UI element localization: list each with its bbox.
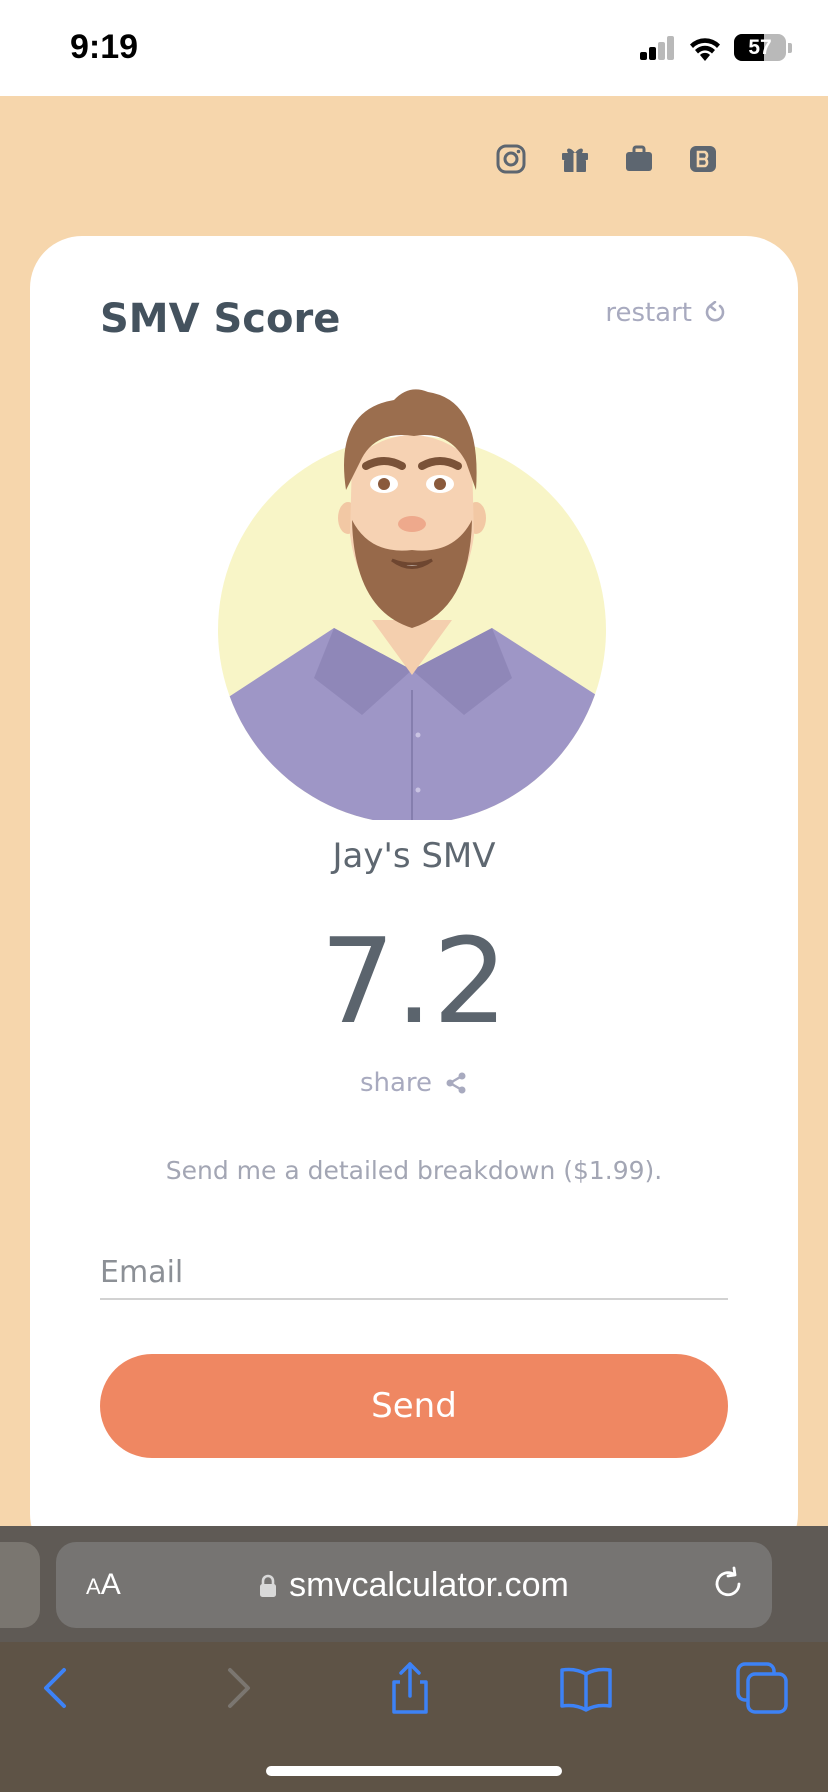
browser-toolbar: AA smvcalculator.com (0, 1526, 828, 1792)
status-time: 9:19 (70, 28, 139, 66)
name-label: Jay's SMV (332, 836, 496, 876)
reload-icon[interactable] (710, 1566, 746, 1602)
home-indicator (266, 1766, 562, 1776)
signal-icon (640, 35, 674, 60)
social-links (496, 144, 718, 174)
lock-icon (260, 1574, 277, 1597)
share-icon (446, 1072, 466, 1094)
restart-label: restart (605, 298, 692, 328)
restart-button[interactable]: restart (605, 298, 726, 328)
wifi-icon (690, 37, 720, 61)
battery-cap (788, 42, 792, 53)
restart-icon (705, 301, 725, 322)
status-bar: 9:19 57 (0, 0, 828, 96)
email-field[interactable] (100, 1246, 728, 1300)
gift-icon[interactable] (560, 144, 590, 174)
briefcase-icon[interactable] (624, 144, 654, 174)
address-bar[interactable]: AA smvcalculator.com (56, 1542, 772, 1628)
back-icon[interactable] (30, 1660, 86, 1716)
send-button[interactable]: Send (100, 1354, 728, 1458)
share-button[interactable]: share (30, 1068, 798, 1098)
avatar (218, 389, 606, 820)
share-label: share (359, 1068, 433, 1098)
browser-nav-row (0, 1660, 828, 1750)
status-icons: 57 (640, 34, 792, 61)
share-sheet-icon[interactable] (382, 1660, 438, 1716)
forward-icon[interactable] (208, 1660, 264, 1716)
battery-level: 57 (748, 36, 772, 59)
tabs-icon[interactable] (734, 1660, 790, 1716)
address-bar-area: AA smvcalculator.com (0, 1526, 828, 1642)
card-title: SMV Score (100, 296, 341, 342)
smv-score-card: SMV Score restart Jay's SMV 7.2 share Se… (30, 236, 798, 1566)
battery-indicator: 57 (734, 34, 786, 61)
instagram-icon[interactable] (496, 144, 526, 174)
url-display[interactable]: smvcalculator.com (56, 1566, 772, 1605)
blogger-icon[interactable] (688, 144, 718, 174)
breakdown-offer-text: Send me a detailed breakdown ($1.99). (165, 1156, 663, 1185)
bookmarks-icon[interactable] (558, 1660, 614, 1716)
previous-tab-stub[interactable] (0, 1542, 40, 1628)
url-text: smvcalculator.com (289, 1566, 569, 1604)
smv-score-value: 7.2 (320, 912, 508, 1050)
